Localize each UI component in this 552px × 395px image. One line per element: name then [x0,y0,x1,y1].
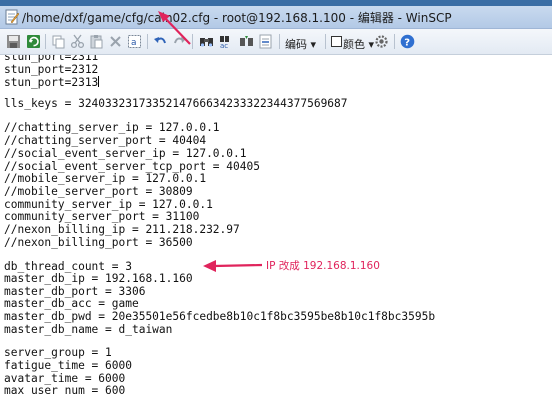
annotation-arrows [158,11,263,272]
ip-pointer-arrow [203,260,263,272]
annotation-note: IP 改成 192.168.1.160 [266,260,380,272]
title-pointer-arrow [158,11,191,45]
